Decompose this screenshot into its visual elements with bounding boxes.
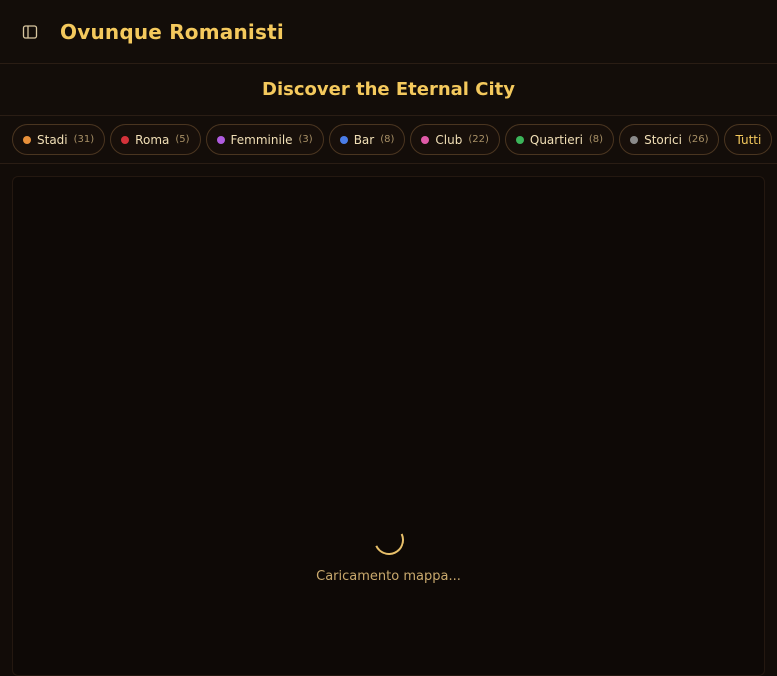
filter-chip-club[interactable]: Club (22) xyxy=(410,124,500,155)
category-dot-icon xyxy=(421,135,430,144)
filter-chip-label: Femminile xyxy=(230,132,293,147)
map-loading-text: Caricamento mappa... xyxy=(316,569,461,584)
filter-chip-count: (5) xyxy=(175,134,190,145)
category-dot-icon xyxy=(121,135,130,144)
filter-chip-bar[interactable]: Bar (8) xyxy=(328,124,406,155)
filter-chip-label: Storici xyxy=(644,132,682,147)
filter-chip-label: Club xyxy=(435,132,463,147)
category-filter-bar: Stadi (31) Roma (5) Femminile (3) Bar (8… xyxy=(0,116,777,164)
category-dot-icon xyxy=(515,135,524,144)
filter-chip-count: (22) xyxy=(468,134,489,145)
filter-chip-label: Roma xyxy=(135,132,170,147)
page-header: Discover the Eternal City xyxy=(0,64,777,116)
filter-chip-count: (8) xyxy=(588,134,604,145)
filter-chip-label: Bar xyxy=(353,132,375,147)
filter-chip-count: (26) xyxy=(687,134,709,145)
filter-chip-count: (3) xyxy=(298,134,313,145)
category-dot-icon xyxy=(23,135,31,144)
filter-chip-label: Tutti xyxy=(735,132,762,147)
filter-chip-storici[interactable]: Storici (26) xyxy=(619,124,720,155)
map-container[interactable]: Caricamento mappa... xyxy=(12,176,765,676)
filter-chip-quartieri[interactable]: Quartieri (8) xyxy=(504,124,615,155)
filter-chip-roma[interactable]: Roma (5) xyxy=(110,124,201,155)
map-loader: Caricamento mappa... xyxy=(13,520,764,584)
sidebar-toggle-icon[interactable] xyxy=(22,24,38,40)
top-bar: Ovunque Romanisti xyxy=(0,0,777,64)
filter-chip-count: (8) xyxy=(380,134,395,145)
app-title: Ovunque Romanisti xyxy=(60,19,284,44)
loading-spinner-icon xyxy=(369,520,408,560)
page-subtitle: Discover the Eternal City xyxy=(262,79,515,100)
category-dot-icon xyxy=(339,135,348,144)
filter-chip-femminile[interactable]: Femminile (3) xyxy=(205,124,324,155)
category-dot-icon xyxy=(630,135,639,144)
filter-chip-label: Stadi xyxy=(37,132,68,147)
filter-chip-stadi[interactable]: Stadi (31) xyxy=(12,124,106,155)
category-dot-icon xyxy=(216,135,225,144)
filter-chip-count: (31) xyxy=(73,134,95,145)
filter-chip-label: Quartieri xyxy=(529,132,583,147)
filter-chip-tutti[interactable]: Tutti xyxy=(724,124,773,155)
